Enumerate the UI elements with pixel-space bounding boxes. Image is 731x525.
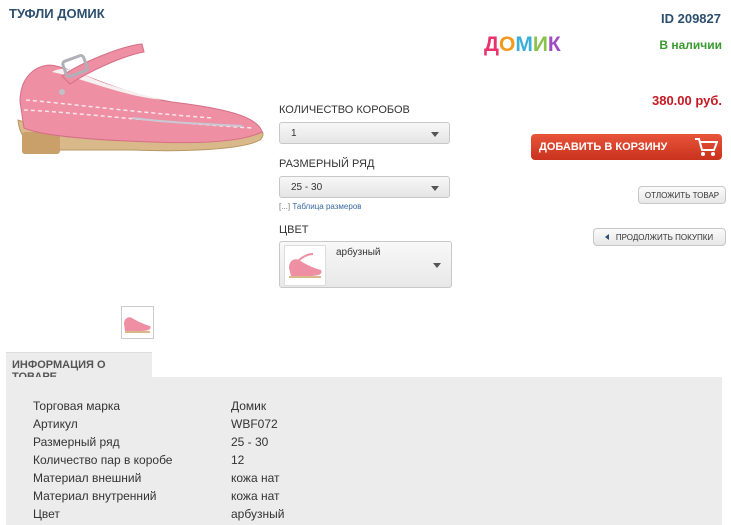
chevron-down-icon bbox=[433, 263, 441, 268]
brand-logo-letter: К bbox=[547, 33, 561, 56]
boxes-label: КОЛИЧЕСТВО КОРОБОВ bbox=[279, 104, 410, 116]
cart-icon bbox=[694, 137, 719, 160]
product-thumbnail[interactable] bbox=[121, 306, 154, 339]
size-select-value: 25 - 30 bbox=[291, 182, 323, 193]
shoe-thumbnail-icon bbox=[124, 317, 151, 333]
table-row: Размерный ряд 25 - 30 bbox=[33, 433, 284, 451]
boxes-select-value: 1 bbox=[291, 128, 297, 139]
size-table-bracket: [...] bbox=[279, 202, 291, 211]
table-row: Цвет арбузный bbox=[33, 505, 284, 523]
price: 380.00 руб. bbox=[651, 93, 722, 108]
info-value: WBF072 bbox=[231, 417, 278, 431]
size-label: РАЗМЕРНЫЙ РЯД bbox=[279, 158, 375, 170]
table-row: Торговая марка Домик bbox=[33, 397, 284, 415]
info-key: Количество пар в коробе bbox=[33, 453, 173, 467]
size-table-link[interactable]: Таблица размеров bbox=[292, 202, 361, 211]
info-key: Артикул bbox=[33, 417, 78, 431]
product-title: ТУФЛИ ДОМИК bbox=[9, 6, 105, 21]
table-row: Материал внутренний кожа нат bbox=[33, 487, 284, 505]
size-select[interactable]: 25 - 30 bbox=[279, 176, 450, 198]
info-key: Размерный ряд bbox=[33, 435, 120, 449]
brand-logo-letter: О bbox=[498, 33, 516, 56]
chevron-down-icon bbox=[431, 132, 439, 137]
table-row: Артикул WBF072 bbox=[33, 415, 284, 433]
defer-button[interactable]: ОТЛОЖИТЬ ТОВАР bbox=[638, 186, 726, 204]
color-label: ЦВЕТ bbox=[279, 224, 309, 236]
continue-shopping-button[interactable]: ПРОДОЛЖИТЬ ПОКУПКИ bbox=[593, 228, 726, 246]
info-key: Торговая марка bbox=[33, 399, 121, 413]
info-key: Цвет bbox=[33, 507, 60, 521]
info-value: 12 bbox=[231, 453, 245, 467]
color-thumbnail bbox=[284, 245, 326, 286]
brand-logo-letter: И bbox=[532, 33, 548, 56]
info-value: кожа нат bbox=[231, 471, 280, 485]
table-row: Материал внешний кожа нат bbox=[33, 469, 284, 487]
stock-status: В наличии bbox=[659, 38, 722, 52]
shoe-image bbox=[17, 43, 264, 154]
product-info-panel: Торговая марка Домик Артикул WBF072 Размер… bbox=[6, 377, 722, 525]
color-select[interactable]: арбузный bbox=[279, 241, 452, 288]
add-to-cart-label: ДОБАВИТЬ В КОРЗИНУ bbox=[539, 141, 668, 153]
tab-product-info[interactable]: ИНФОРМАЦИЯ О ТОВАРЕ bbox=[6, 352, 152, 383]
product-info-table: Торговая марка Домик Артикул WBF072 Размер… bbox=[33, 397, 284, 523]
product-id: ID 209827 bbox=[661, 11, 721, 26]
brand-logo-letter: М bbox=[515, 33, 533, 56]
info-value: арбузный bbox=[231, 507, 285, 521]
info-key: Материал внутренний bbox=[33, 489, 157, 503]
info-value: кожа нат bbox=[231, 489, 280, 503]
size-table-link-wrap[interactable]: [...] Таблица размеров bbox=[279, 202, 362, 211]
info-key: Материал внешний bbox=[33, 471, 142, 485]
product-main-image[interactable] bbox=[12, 32, 270, 184]
table-row: Количество пар в коробе 12 bbox=[33, 451, 284, 469]
arrow-left-icon bbox=[605, 234, 609, 240]
continue-shopping-label: ПРОДОЛЖИТЬ ПОКУПКИ bbox=[615, 233, 714, 242]
chevron-down-icon bbox=[431, 186, 439, 191]
brand-logo-letter: Д bbox=[484, 33, 499, 56]
info-value: 25 - 30 bbox=[231, 435, 269, 449]
shoe-thumbnail-icon bbox=[289, 253, 322, 278]
info-value: Домик bbox=[231, 399, 267, 413]
color-select-value: арбузный bbox=[336, 247, 381, 258]
brand-logo[interactable]: ДОМИК bbox=[484, 33, 561, 57]
add-to-cart-button[interactable]: ДОБАВИТЬ В КОРЗИНУ bbox=[531, 134, 722, 160]
boxes-select[interactable]: 1 bbox=[279, 122, 450, 144]
